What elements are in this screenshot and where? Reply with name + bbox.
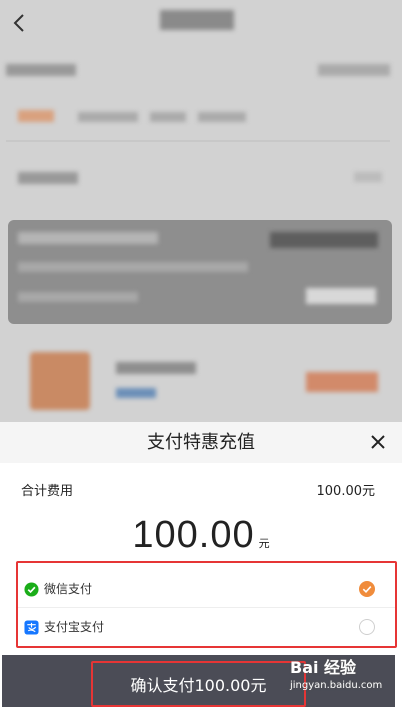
blurred-thumbnail: [30, 352, 90, 410]
checkmark-icon: [362, 586, 372, 593]
payment-methods: 微信支付 支付宝支付: [16, 561, 397, 648]
blurred-text: [6, 64, 76, 76]
blurred-card-text: [306, 288, 376, 304]
payment-option-alipay[interactable]: 支付宝支付: [18, 607, 395, 646]
payment-option-label: 支付宝支付: [44, 620, 105, 634]
blurred-card-text: [18, 232, 158, 244]
blurred-text: [116, 362, 196, 374]
radio-unselected[interactable]: [359, 619, 375, 635]
back-button[interactable]: [4, 6, 34, 40]
payment-option-wechat[interactable]: 微信支付: [18, 570, 395, 608]
radio-selected[interactable]: [359, 581, 375, 597]
blurred-text: [198, 112, 246, 122]
amount-unit: 元: [258, 537, 270, 550]
blurred-text: [354, 172, 382, 182]
confirm-payment-label: 确认支付100.00元: [130, 676, 267, 695]
sheet-title: 支付特惠充值: [147, 432, 255, 453]
blurred-card-text: [18, 262, 248, 272]
blurred-background-screen: [0, 0, 402, 422]
watermark-logo-text: Bai 经验: [290, 658, 357, 677]
blurred-text: [318, 64, 390, 76]
top-nav-bar: [0, 0, 402, 46]
divider: [6, 140, 390, 142]
close-button[interactable]: [364, 428, 392, 456]
watermark-url: jingyan.baidu.com: [290, 680, 383, 691]
total-value: 100.00元: [316, 484, 376, 499]
blurred-text: [116, 388, 156, 398]
blurred-button: [306, 372, 378, 392]
sheet-header: 支付特惠充值: [0, 422, 402, 463]
blurred-text: [18, 172, 78, 184]
close-icon: [371, 435, 385, 449]
alipay-icon: [24, 620, 39, 635]
back-arrow-icon: [13, 14, 24, 32]
blurred-page-title: [160, 10, 234, 30]
blurred-badge: [18, 110, 54, 122]
payment-option-label: 微信支付: [44, 582, 93, 596]
confirm-payment-button[interactable]: 确认支付100.00元: [91, 661, 306, 707]
total-label: 合计费用: [21, 484, 74, 499]
blurred-text: [78, 112, 138, 122]
blurred-card-text: [270, 232, 378, 248]
watermark: Bai 经验 jingyan.baidu.com: [290, 654, 382, 691]
blurred-text: [150, 112, 186, 122]
blurred-card-text: [18, 292, 138, 302]
amount-value: 100.00: [132, 514, 255, 556]
amount-display: 100.00 元: [0, 514, 402, 557]
wechat-pay-icon: [24, 582, 39, 597]
